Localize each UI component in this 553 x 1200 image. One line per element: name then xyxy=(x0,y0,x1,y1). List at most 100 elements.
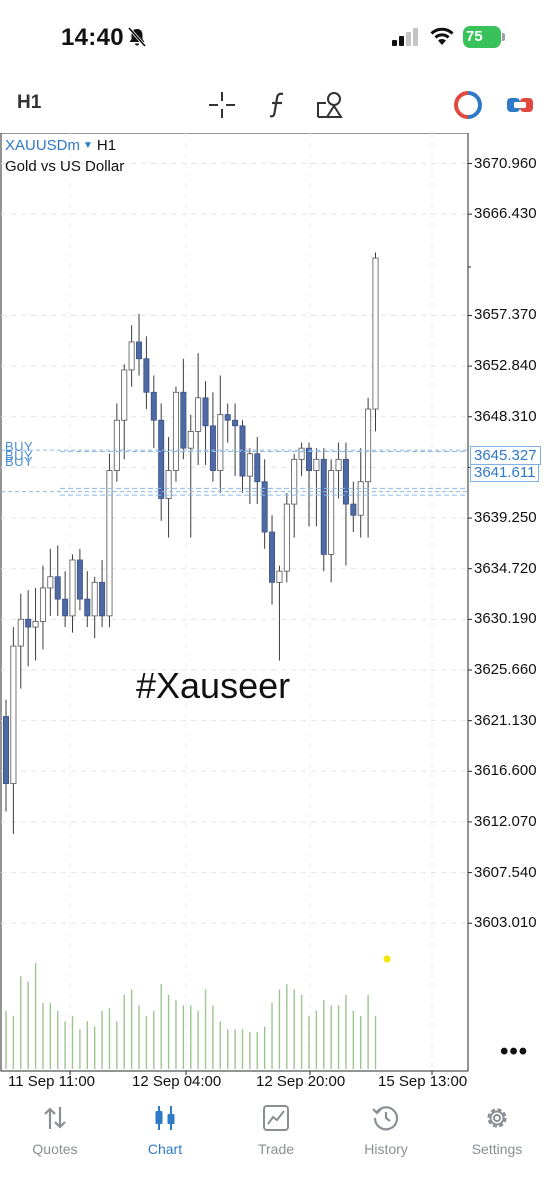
symbol-dropdown-icon[interactable]: ▼ xyxy=(83,140,93,151)
price-level-label: 3666.430 xyxy=(474,205,537,223)
bull-candle xyxy=(357,481,364,516)
bull-candle xyxy=(128,341,135,371)
symbol-timeframe: H1 xyxy=(96,137,117,154)
chart-toolbar: H1 xyxy=(0,78,553,130)
bull-candle xyxy=(172,391,179,471)
bear-candle xyxy=(3,716,9,784)
candlestick-chart[interactable] xyxy=(0,133,553,1093)
signal-dot xyxy=(383,955,391,963)
tab-quotes[interactable]: Quotes xyxy=(5,1103,105,1157)
crosshair-icon[interactable] xyxy=(207,90,237,120)
bear-candle xyxy=(342,458,349,505)
cellular-signal-icon xyxy=(392,28,418,46)
wifi-icon xyxy=(430,27,454,45)
bull-candle xyxy=(291,458,298,505)
bear-candle xyxy=(224,414,231,421)
bull-candle xyxy=(32,621,39,628)
bear-candle xyxy=(25,618,32,628)
price-level-label: 3630.190 xyxy=(474,610,537,628)
tab-settings[interactable]: Settings xyxy=(447,1103,547,1157)
bear-candle xyxy=(158,419,165,499)
bull-candle xyxy=(328,470,335,555)
trade-toggle-icon[interactable] xyxy=(505,90,535,120)
price-level-label: 3639.250 xyxy=(474,509,537,527)
price-level-label: 3670.960 xyxy=(474,154,537,172)
tab-chart[interactable]: Chart xyxy=(115,1103,215,1157)
status-time: 14:40 xyxy=(61,24,124,51)
symbol-name[interactable]: XAUUSDm xyxy=(5,137,80,154)
bull-candle xyxy=(246,453,253,477)
one-click-trading-icon[interactable] xyxy=(453,90,483,120)
chart-icon xyxy=(155,1106,175,1130)
gear-icon xyxy=(487,1108,507,1128)
price-level-label: 3607.540 xyxy=(474,863,537,881)
date-label: 12 Sep 04:00 xyxy=(132,1073,222,1090)
symbol-description: Gold vs US Dollar xyxy=(5,158,125,175)
bell-slash-icon xyxy=(127,27,147,47)
price-level-label: 3625.660 xyxy=(474,661,537,678)
bull-candle xyxy=(187,430,194,449)
bull-candle xyxy=(283,503,290,572)
bull-candle xyxy=(113,419,120,471)
buy-order-label[interactable]: BUY xyxy=(5,454,33,469)
bull-candle xyxy=(276,570,283,583)
current-price-marker: 3645.327 xyxy=(470,446,541,465)
bull-candle xyxy=(69,559,76,617)
date-label: 15 Sep 13:00 xyxy=(378,1073,468,1090)
tab-label: Quotes xyxy=(32,1141,78,1157)
bear-candle xyxy=(136,341,143,360)
price-level-label: 3634.720 xyxy=(474,559,537,577)
bull-candle xyxy=(365,408,372,483)
bull-candle xyxy=(121,369,128,421)
tab-history[interactable]: History xyxy=(336,1103,436,1157)
price-level-label: 3621.130 xyxy=(474,711,537,729)
bear-candle xyxy=(232,419,239,427)
bear-candle xyxy=(143,358,150,393)
drawing-objects-icon[interactable] xyxy=(315,90,345,120)
indicators-icon[interactable] xyxy=(262,90,292,120)
price-chart[interactable]: XAUUSDm ▼ H1 Gold vs US Dollar 3670.960 366… xyxy=(0,133,553,1093)
bear-candle xyxy=(254,453,261,483)
price-level-label: 3612.070 xyxy=(474,812,537,830)
status-bar: 14:40 75 xyxy=(0,0,553,75)
trade-icon xyxy=(263,1105,289,1131)
tab-label: History xyxy=(364,1141,408,1157)
tab-label: Chart xyxy=(147,1141,183,1157)
bear-candle xyxy=(269,531,276,583)
bull-candle xyxy=(106,470,113,617)
tab-trade[interactable]: Trade xyxy=(226,1103,326,1157)
bull-candle xyxy=(313,458,320,471)
price-level-label: 3652.840 xyxy=(474,357,537,375)
date-label: 12 Sep 20:00 xyxy=(256,1073,346,1090)
symbol-header[interactable]: XAUUSDm ▼ H1 xyxy=(5,137,116,154)
price-level-label: 3616.600 xyxy=(474,762,537,780)
tab-label: Settings xyxy=(471,1141,523,1157)
bear-candle xyxy=(180,391,187,449)
bear-candle xyxy=(99,581,106,617)
bear-candle xyxy=(202,397,209,427)
battery-level: 75 xyxy=(463,26,501,48)
bear-candle xyxy=(54,576,61,600)
bull-candle xyxy=(17,618,24,647)
bear-candle xyxy=(84,598,91,617)
bear-candle xyxy=(320,458,327,555)
bear-candle xyxy=(261,481,268,533)
bull-candle xyxy=(47,576,54,589)
more-options-icon[interactable]: ••• xyxy=(500,1038,528,1066)
timeframe-button[interactable]: H1 xyxy=(17,92,41,114)
price-level-label: 3657.370 xyxy=(474,306,537,324)
bull-candle xyxy=(217,414,224,471)
date-label: 11 Sep 11:00 xyxy=(8,1073,96,1090)
bear-candle xyxy=(76,559,83,600)
bull-candle xyxy=(39,587,46,622)
bear-candle xyxy=(350,503,357,516)
quotes-icon xyxy=(44,1107,66,1129)
bull-candle xyxy=(165,470,172,499)
history-icon xyxy=(372,1106,399,1131)
battery-indicator: 75 xyxy=(463,26,505,48)
bull-candle xyxy=(195,397,202,432)
bear-candle xyxy=(239,425,246,477)
bottom-tab-bar: Quotes Chart Trade History Settings xyxy=(0,1093,553,1200)
current-price-marker: 3641.611 xyxy=(470,463,540,482)
price-level-label: 3603.010 xyxy=(474,914,537,932)
